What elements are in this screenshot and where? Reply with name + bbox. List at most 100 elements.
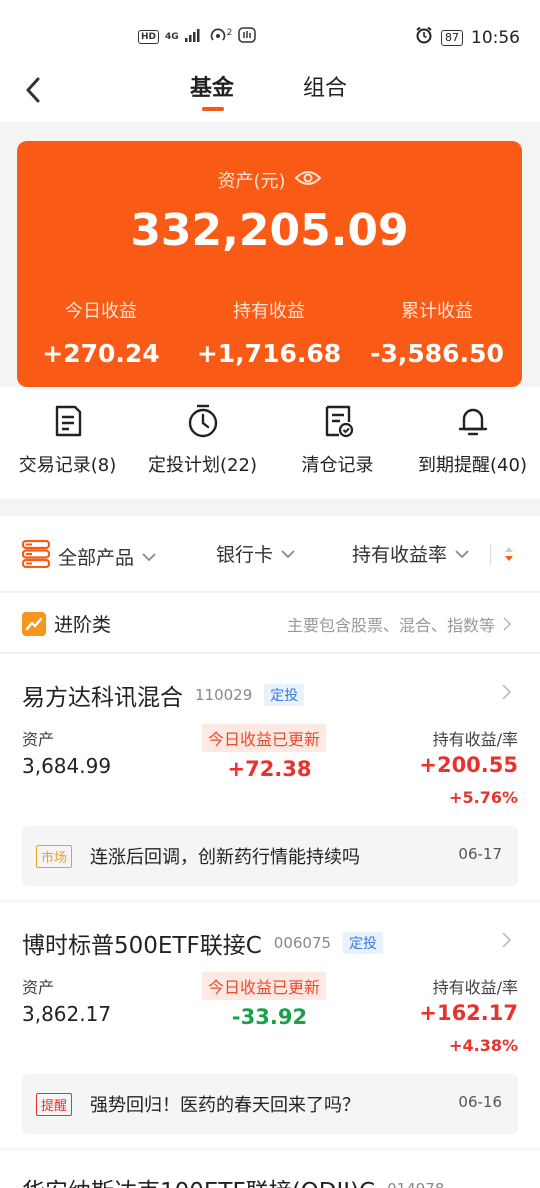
news-text: 连涨后回调，创新药行情能持续吗 bbox=[90, 847, 360, 868]
fund-name: 博时标普500ETF联接C bbox=[22, 933, 262, 959]
fund-tag: 定投 bbox=[264, 684, 305, 706]
trend-up-icon bbox=[22, 611, 46, 636]
timer-icon bbox=[135, 401, 270, 441]
chevron-down-icon bbox=[142, 552, 156, 561]
filter-bank-label: 银行卡 bbox=[216, 544, 274, 566]
fund-title-row: 易方达科讯混合 110029 定投 bbox=[22, 678, 305, 712]
status-right: 87 10:56 bbox=[415, 26, 520, 49]
quick-action-transactions[interactable]: 交易记录(8) bbox=[0, 401, 135, 477]
fund-hold-rate: +4.38% bbox=[449, 1036, 518, 1055]
asset-column-label: 资产 bbox=[22, 730, 55, 749]
fund-code: 006075 bbox=[273, 934, 332, 952]
hold-column-label: 持有收益/率 bbox=[432, 730, 518, 749]
fund-asset-value: 3,862.17 bbox=[22, 1002, 112, 1026]
stat-today-label: 今日收益 bbox=[65, 301, 137, 322]
tab-fund[interactable]: 基金 bbox=[190, 70, 234, 102]
chevron-left-icon bbox=[26, 77, 40, 103]
category-header[interactable]: 进阶类 主要包含股票、混合、指数等 bbox=[0, 593, 540, 653]
divider bbox=[490, 544, 491, 566]
fund-hold-value: +162.17 bbox=[419, 1001, 518, 1025]
fund-name: 华安纳斯达克100ETF联接(QDII)C bbox=[22, 1172, 375, 1188]
fund-asset-value: 3,684.99 bbox=[22, 754, 112, 778]
fund-title-row: 华安纳斯达克100ETF联接(QDII)C 014978 bbox=[22, 1172, 444, 1188]
asset-summary-card: 资产(元) 332,205.09 今日收益 +270.24 持有收益 +1,71… bbox=[17, 141, 522, 387]
clock: 10:56 bbox=[471, 27, 520, 48]
fund-title-row: 博时标普500ETF联接C 006075 定投 bbox=[22, 926, 384, 960]
category-desc: 主要包含股票、混合、指数等 bbox=[286, 616, 495, 635]
chevron-down-icon bbox=[281, 549, 295, 558]
alarm-icon bbox=[415, 26, 433, 49]
quick-action-label: 到期提醒(40) bbox=[418, 455, 527, 476]
quick-action-label: 清仓记录 bbox=[301, 455, 374, 476]
today-updated-badge: 今日收益已更新 bbox=[202, 724, 327, 752]
list-icon bbox=[21, 539, 51, 573]
eye-icon[interactable] bbox=[294, 169, 322, 192]
chevron-right-icon bbox=[502, 932, 512, 948]
sort-toggle[interactable] bbox=[502, 544, 516, 568]
stat-today-value: +270.24 bbox=[42, 339, 160, 368]
news-date: 06-17 bbox=[458, 845, 502, 863]
asset-label: 资产(元) bbox=[217, 171, 286, 192]
news-tag-reminder: 提醒 bbox=[36, 1093, 73, 1116]
news-tag-market: 市场 bbox=[36, 845, 73, 868]
signal-label: 4G bbox=[165, 31, 179, 42]
news-item[interactable]: 提醒 强势回归！医药的春天回来了吗？ 06-16 bbox=[22, 1074, 518, 1134]
fund-card[interactable]: 易方达科讯混合 110029 定投 资产 3,684.99 今日收益已更新 +7… bbox=[0, 654, 540, 900]
stat-today: 今日收益 +270.24 bbox=[17, 297, 185, 368]
signal-icon bbox=[184, 28, 203, 45]
fund-hold-value: +200.55 bbox=[419, 753, 518, 777]
quick-action-label: 定投计划(22) bbox=[148, 455, 257, 476]
hd-icon: HD bbox=[138, 29, 160, 44]
today-updated-badge: 今日收益已更新 bbox=[202, 972, 327, 1000]
category-title: 进阶类 bbox=[54, 614, 112, 636]
stat-hold-label: 持有收益 bbox=[233, 301, 305, 322]
fund-code: 014978 bbox=[387, 1180, 444, 1188]
fund-card[interactable]: 博时标普500ETF联接C 006075 定投 资产 3,862.17 今日收益… bbox=[0, 902, 540, 1148]
top-nav: 基金 组合 bbox=[0, 60, 540, 122]
tab-portfolio[interactable]: 组合 bbox=[303, 70, 347, 102]
tab-indicator bbox=[202, 107, 224, 111]
sort-icon bbox=[505, 547, 513, 561]
quick-action-label: 交易记录(8) bbox=[18, 455, 117, 476]
chevron-down-icon bbox=[455, 549, 469, 558]
fund-tag: 定投 bbox=[343, 932, 384, 954]
gesture-icon bbox=[238, 27, 257, 46]
quick-action-sip-plan[interactable]: 定投计划(22) bbox=[135, 401, 270, 477]
filter-sort-label: 持有收益率 bbox=[352, 544, 448, 566]
news-text: 强势回归！医药的春天回来了吗？ bbox=[90, 1095, 360, 1116]
quick-action-clear-record[interactable]: 清仓记录 bbox=[270, 401, 405, 477]
back-button[interactable] bbox=[18, 72, 48, 108]
filter-product[interactable]: 全部产品 bbox=[21, 539, 156, 573]
fund-today-value: -33.92 bbox=[231, 1005, 308, 1029]
transaction-record-icon bbox=[0, 401, 135, 441]
asset-label-row: 资产(元) bbox=[17, 167, 522, 193]
stat-hold: 持有收益 +1,716.68 bbox=[185, 297, 353, 368]
filter-bank-card[interactable]: 银行卡 bbox=[216, 540, 295, 567]
hold-column-label: 持有收益/率 bbox=[432, 978, 518, 997]
fund-hold-rate: +5.76% bbox=[449, 788, 518, 807]
quick-action-expiry-reminder[interactable]: 到期提醒(40) bbox=[405, 401, 540, 477]
stat-hold-value: +1,716.68 bbox=[196, 339, 342, 368]
clear-record-icon bbox=[270, 401, 405, 441]
news-date: 06-16 bbox=[458, 1093, 502, 1111]
asset-column-label: 资产 bbox=[22, 978, 55, 997]
hotspot-icon bbox=[209, 27, 227, 46]
fund-code: 110029 bbox=[195, 686, 253, 704]
fund-today-value: +72.38 bbox=[227, 757, 312, 781]
category-title-row: 进阶类 bbox=[22, 610, 111, 637]
asset-value: 332,205.09 bbox=[130, 205, 409, 256]
filter-bar: 全部产品 银行卡 持有收益率 bbox=[0, 516, 540, 592]
fund-name: 易方达科讯混合 bbox=[22, 685, 183, 711]
fund-card[interactable]: 华安纳斯达克100ETF联接(QDII)C 014978 bbox=[0, 1150, 540, 1188]
stat-cumulative-label: 累计收益 bbox=[401, 301, 473, 322]
category-desc-row: 主要包含股票、混合、指数等 bbox=[287, 612, 512, 636]
hotspot-count: 2 bbox=[226, 27, 233, 38]
news-item[interactable]: 市场 连涨后回调，创新药行情能持续吗 06-17 bbox=[22, 826, 518, 886]
status-icons: HD 4G 2 bbox=[138, 27, 257, 46]
stat-cumulative: 累计收益 -3,586.50 bbox=[353, 297, 521, 368]
chevron-right-icon bbox=[503, 617, 512, 631]
quick-actions: 交易记录(8) 定投计划(22) 清仓记录 到期提醒(40) bbox=[0, 387, 540, 499]
filter-sort-rate[interactable]: 持有收益率 bbox=[352, 540, 469, 567]
battery-icon: 87 bbox=[441, 29, 463, 46]
stat-cumulative-value: -3,586.50 bbox=[370, 339, 504, 368]
